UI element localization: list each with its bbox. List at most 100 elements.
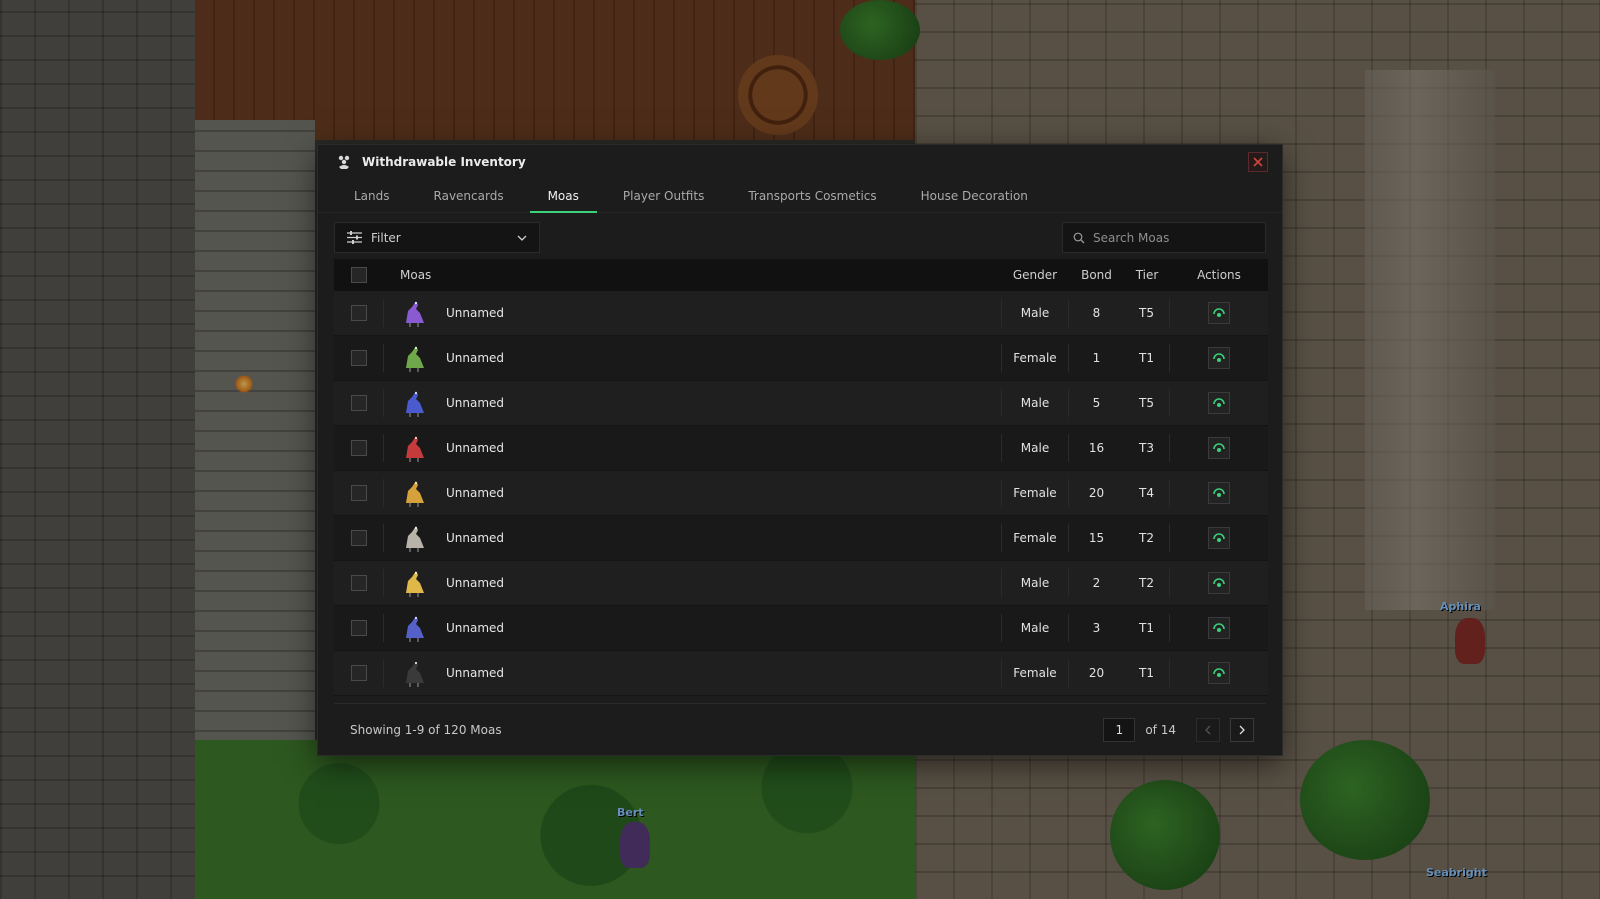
moa-tier: T1 — [1124, 614, 1170, 642]
moa-icon — [398, 477, 430, 509]
moa-gender: Male — [1001, 614, 1069, 642]
moa-tier: T4 — [1124, 479, 1170, 507]
table-row[interactable]: Unnamed Male 8 T5 — [334, 291, 1268, 336]
withdraw-icon — [1213, 353, 1225, 362]
tab-transports-cosmetics[interactable]: Transports Cosmetics — [730, 179, 894, 212]
modal-header: Withdrawable Inventory — [318, 145, 1282, 179]
moa-tier: T5 — [1124, 389, 1170, 417]
row-checkbox[interactable] — [350, 485, 367, 501]
moa-bond: 5 — [1092, 396, 1101, 410]
search-box — [1062, 222, 1266, 253]
moa-gender: Female — [1001, 479, 1069, 507]
moa-gender: Male — [1001, 434, 1069, 462]
table-row[interactable]: Unnamed Female 15 T2 — [334, 516, 1268, 561]
row-checkbox[interactable] — [350, 350, 367, 366]
withdraw-button[interactable] — [1208, 617, 1230, 639]
row-checkbox[interactable] — [350, 440, 367, 456]
next-page-button[interactable] — [1230, 717, 1254, 742]
column-header-bond[interactable]: Bond — [1069, 268, 1124, 282]
table-row[interactable]: Unnamed Male 16 T3 — [334, 426, 1268, 471]
moa-name: Unnamed — [446, 621, 505, 635]
pagination-footer: Showing 1-9 of 120 Moas of 14 — [334, 703, 1266, 755]
moa-gender: Female — [1001, 344, 1069, 372]
withdraw-icon — [1213, 488, 1225, 497]
withdraw-button[interactable] — [1208, 302, 1230, 324]
withdraw-button[interactable] — [1208, 437, 1230, 459]
tab-player-outfits[interactable]: Player Outfits — [605, 179, 722, 212]
withdraw-button[interactable] — [1208, 482, 1230, 504]
page-number-input[interactable] — [1103, 717, 1136, 742]
moa-name: Unnamed — [446, 531, 505, 545]
row-checkbox[interactable] — [350, 530, 367, 546]
withdraw-button[interactable] — [1208, 527, 1230, 549]
table-body: Unnamed Male 8 T5 Unnamed Female 1 T1 Un… — [334, 291, 1268, 696]
moa-bond: 20 — [1088, 486, 1105, 500]
filter-label: Filter — [371, 230, 401, 245]
search-input[interactable] — [1093, 230, 1253, 245]
moa-tier: T2 — [1124, 569, 1170, 597]
moa-name: Unnamed — [446, 396, 505, 410]
moa-gender: Male — [1001, 569, 1069, 597]
moa-bond: 8 — [1092, 306, 1101, 320]
row-checkbox[interactable] — [350, 620, 367, 636]
table-row[interactable]: Unnamed Female 20 T1 — [334, 651, 1268, 696]
moa-icon — [398, 387, 430, 419]
row-checkbox[interactable] — [350, 305, 367, 321]
withdraw-icon — [1213, 398, 1225, 407]
sliders-icon — [347, 231, 362, 244]
moa-bond: 3 — [1092, 621, 1101, 635]
moa-icon — [398, 297, 430, 329]
moa-gender: Male — [1001, 389, 1069, 417]
withdraw-button[interactable] — [1208, 392, 1230, 414]
table-row[interactable]: Unnamed Male 3 T1 — [334, 606, 1268, 651]
moas-table: Moas Gender Bond Tier Actions Unnamed Ma… — [334, 259, 1268, 696]
withdraw-button[interactable] — [1208, 662, 1230, 684]
withdraw-button[interactable] — [1208, 572, 1230, 594]
table-row[interactable]: Unnamed Male 2 T2 — [334, 561, 1268, 606]
row-checkbox[interactable] — [350, 575, 367, 591]
tab-house-decoration[interactable]: House Decoration — [903, 179, 1046, 212]
page-total-label: of 14 — [1145, 722, 1176, 737]
tab-ravencards[interactable]: Ravencards — [416, 179, 522, 212]
search-icon — [1073, 232, 1085, 243]
moa-bond: 1 — [1092, 351, 1101, 365]
moa-tier: T3 — [1124, 434, 1170, 462]
column-header-tier[interactable]: Tier — [1124, 268, 1170, 282]
table-row[interactable]: Unnamed Female 1 T1 — [334, 336, 1268, 381]
moa-tier: T1 — [1124, 659, 1170, 687]
moa-name: Unnamed — [446, 666, 505, 680]
moa-tier: T1 — [1124, 344, 1170, 372]
moa-name: Unnamed — [446, 486, 505, 500]
modal-title: Withdrawable Inventory — [362, 155, 526, 169]
moa-name: Unnamed — [446, 306, 505, 320]
moa-name: Unnamed — [446, 351, 505, 365]
table-row[interactable]: Unnamed Female 20 T4 — [334, 471, 1268, 516]
category-tabs: Lands Ravencards Moas Player Outfits Tra… — [318, 179, 1282, 213]
moa-icon — [398, 342, 430, 374]
moa-gender: Female — [1001, 524, 1069, 552]
previous-page-button[interactable] — [1196, 717, 1220, 742]
withdraw-button[interactable] — [1208, 347, 1230, 369]
moa-bond: 15 — [1088, 531, 1105, 545]
tab-moas[interactable]: Moas — [529, 179, 598, 213]
select-all-checkbox[interactable] — [350, 267, 367, 283]
moa-name: Unnamed — [446, 441, 505, 455]
tab-lands[interactable]: Lands — [336, 179, 408, 212]
close-button[interactable] — [1248, 152, 1268, 172]
row-checkbox[interactable] — [350, 395, 367, 411]
moa-icon — [398, 657, 430, 689]
moa-icon — [398, 432, 430, 464]
withdraw-icon — [1213, 533, 1225, 542]
withdraw-icon — [1213, 443, 1225, 452]
row-checkbox[interactable] — [350, 665, 367, 681]
withdraw-icon — [1213, 578, 1225, 587]
column-header-moas[interactable]: Moas — [383, 259, 1001, 291]
moa-tier: T2 — [1124, 524, 1170, 552]
column-header-actions: Actions — [1197, 268, 1241, 282]
column-header-gender[interactable]: Gender — [1001, 268, 1069, 282]
withdraw-icon — [1213, 623, 1225, 632]
filter-dropdown[interactable]: Filter — [334, 222, 540, 253]
table-row[interactable]: Unnamed Male 5 T5 — [334, 381, 1268, 426]
moa-gender: Female — [1001, 659, 1069, 687]
moa-tier: T5 — [1124, 299, 1170, 327]
